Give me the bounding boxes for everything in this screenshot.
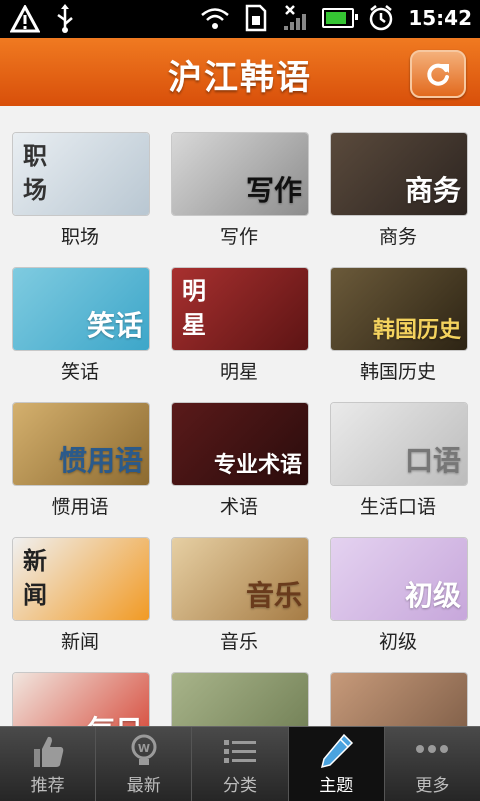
topic-item[interactable]: 新 闻新闻 xyxy=(12,537,150,669)
battery-charging-icon xyxy=(322,8,359,28)
thumbnail-text: 初级 xyxy=(404,579,461,612)
topic-item[interactable]: 初级 初级 xyxy=(330,537,468,669)
topic-item[interactable]: 笑话 笑话 xyxy=(12,267,150,399)
topic-thumbnail: 口语 xyxy=(330,402,468,486)
thumbnail-text: 口语 xyxy=(404,444,461,477)
topic-label: 惯用语 xyxy=(51,496,109,518)
topic-item[interactable]: 韩国历史 韩国历史 xyxy=(330,267,468,399)
thumbnail-art xyxy=(331,673,467,726)
topic-thumbnail: 韩国历史 xyxy=(330,267,468,351)
topic-label: 笑话 xyxy=(60,361,99,383)
thumbnail-text: 商务 xyxy=(404,174,461,207)
topic-item[interactable]: 每日 xyxy=(12,672,150,726)
alarm-clock-icon xyxy=(370,5,393,31)
thumbnail-text: 写作 xyxy=(245,174,302,207)
topic-label: 商务 xyxy=(378,226,417,248)
topic-label: 音乐 xyxy=(219,631,258,653)
topic-label: 写作 xyxy=(219,226,258,248)
sim-card-icon xyxy=(246,4,267,32)
topic-thumbnail: 明 星 xyxy=(171,267,309,351)
nav-label: 推荐 xyxy=(30,776,65,796)
lightbulb-icon: W xyxy=(131,734,157,765)
nav-label: 更多 xyxy=(415,776,450,796)
topic-thumbnail: 写作 xyxy=(171,132,309,216)
topic-thumbnail xyxy=(171,672,309,726)
refresh-icon xyxy=(427,63,449,86)
warning-icon xyxy=(10,5,40,33)
topic-label: 生活口语 xyxy=(359,496,436,518)
topic-item[interactable]: 音乐 音乐 xyxy=(171,537,309,669)
app-title: 沪江韩语 xyxy=(168,58,312,98)
signal-icon xyxy=(284,5,307,30)
thumbnail-text: 音乐 xyxy=(245,579,302,612)
list-icon xyxy=(224,740,256,763)
topic-item[interactable]: 商务 商务 xyxy=(330,132,468,264)
topic-label: 韩国历史 xyxy=(359,361,436,383)
status-bar: 15:42 xyxy=(0,0,480,38)
refresh-button[interactable] xyxy=(410,50,466,98)
topic-thumbnail: 初级 xyxy=(330,537,468,621)
nav-item-topic[interactable]: 主题 xyxy=(288,727,384,801)
thumbnail-text: 韩国历史 xyxy=(372,318,461,343)
topic-item[interactable] xyxy=(330,672,468,726)
title-bar: 沪江韩语 xyxy=(0,38,480,106)
nav-item-more[interactable]: 更多 xyxy=(385,727,480,801)
status-time: 15:42 xyxy=(408,6,472,30)
thumbnail-text: 明 星 xyxy=(182,277,206,339)
topic-grid: 职 场职场 写作 写作 商务 商务 笑话 笑话明 星明星 韩国历史 韩国历史 惯用语 惯用语 专业术语… xyxy=(0,106,480,726)
topic-item[interactable]: 写作 写作 xyxy=(171,132,309,264)
thumbnail-text: 惯用语 xyxy=(58,444,143,477)
topic-label: 术语 xyxy=(219,496,258,518)
nav-item-category[interactable]: 分类 xyxy=(192,727,287,801)
topic-item[interactable]: 口语生活口语 xyxy=(330,402,468,534)
pencil-icon xyxy=(321,733,354,769)
more-dots-icon xyxy=(416,745,449,753)
topic-item[interactable]: 专业术语术语 xyxy=(171,402,309,534)
topic-thumbnail: 新 闻 xyxy=(12,537,150,621)
nav-item-recommend[interactable]: 推荐 xyxy=(0,727,95,801)
nav-label: 主题 xyxy=(319,776,354,796)
bottom-navigation: 推荐 W 最新 分类 主题 更多 xyxy=(0,726,480,801)
topic-item[interactable]: 职 场职场 xyxy=(12,132,150,264)
topic-item[interactable] xyxy=(171,672,309,726)
wifi-icon xyxy=(201,8,230,29)
topic-item[interactable]: 明 星明星 xyxy=(171,267,309,399)
nav-label: 分类 xyxy=(223,776,257,796)
thumbnail-text: 新 闻 xyxy=(23,547,47,609)
topic-thumbnail: 商务 xyxy=(330,132,468,216)
topic-label: 明星 xyxy=(219,361,258,383)
nav-label: 最新 xyxy=(126,776,161,796)
topic-thumbnail: 专业术语 xyxy=(171,402,309,486)
topic-thumbnail: 每日 xyxy=(12,672,150,726)
topic-thumbnail: 音乐 xyxy=(171,537,309,621)
topic-label: 新闻 xyxy=(60,631,99,653)
topic-item[interactable]: 惯用语 惯用语 xyxy=(12,402,150,534)
topic-thumbnail: 惯用语 xyxy=(12,402,150,486)
thumbnail-text: 专业术语 xyxy=(213,453,302,478)
topic-label: 职场 xyxy=(60,226,99,248)
topic-thumbnail: 笑话 xyxy=(12,267,150,351)
topic-thumbnail xyxy=(330,672,468,726)
thumbnail-text: 每日 xyxy=(87,709,143,726)
topic-thumbnail: 职 场 xyxy=(12,132,150,216)
nav-item-latest[interactable]: W 最新 xyxy=(96,727,191,801)
thumbnail-text: 笑话 xyxy=(86,309,143,342)
svg-text:W: W xyxy=(138,742,150,755)
thumbnail-art xyxy=(172,673,308,726)
thumbnail-text: 职 场 xyxy=(23,142,47,204)
thumbs-up-icon xyxy=(33,736,63,767)
usb-icon xyxy=(57,4,73,33)
topic-label: 初级 xyxy=(378,631,417,653)
